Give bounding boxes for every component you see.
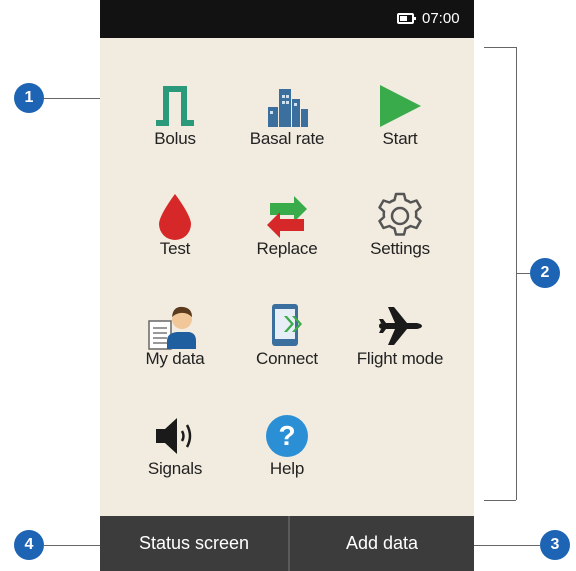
menu-item-label: Replace [256,239,318,258]
menu-item-settings[interactable]: Settings [340,183,460,273]
menu-item-label: Signals [147,459,203,478]
menu-item-replace[interactable]: Replace [227,183,347,273]
menu-item-label: My data [145,349,205,368]
bottom-bar: Status screen Add data [100,516,474,571]
menu-item-label: Test [159,239,191,258]
callout-1: 1 [14,83,44,113]
menu-item-test[interactable]: Test [115,183,235,273]
menu-item-help[interactable]: ? Help [227,403,347,493]
callout-3-line [474,545,540,546]
battery-icon [397,13,416,24]
bolus-icon [156,86,194,126]
status-time: 07:00 [422,10,460,27]
menu-item-label: Connect [256,349,318,368]
menu-item-signals[interactable]: Signals [115,403,235,493]
connect-icon [272,304,302,346]
replace-arrows-icon [267,196,307,238]
menu-item-label: Help [269,459,305,478]
menu-item-label: Bolus [154,129,196,148]
status-screen-button[interactable]: Status screen [100,516,288,571]
callout-2: 2 [530,258,560,288]
menu-item-basal-rate[interactable]: Basal rate [227,73,347,163]
callout-3: 3 [540,530,570,560]
help-icon: ? [266,415,308,457]
add-data-button[interactable]: Add data [290,516,474,571]
menu-item-start[interactable]: Start [340,73,460,163]
menu-item-label: Basal rate [249,129,325,148]
menu-item-my-data[interactable]: My data [115,293,235,383]
svg-text:?: ? [278,420,295,451]
pump-display: 07:00 Bolus Basal rate Start Test Replac… [100,0,474,571]
menu-item-bolus[interactable]: Bolus [115,73,235,163]
gear-icon [378,192,422,236]
callout-2-link [516,273,530,274]
callout-2-bracket-bottom [484,500,516,501]
play-icon [380,85,421,127]
callout-2-bracket-top [484,47,516,48]
airplane-icon [379,307,422,345]
menu-item-flight-mode[interactable]: Flight mode [340,293,460,383]
menu-item-label: Flight mode [356,349,444,368]
status-bar: 07:00 [100,0,474,38]
basal-rate-icon [268,89,308,127]
my-data-icon [148,306,196,350]
menu-item-label: Settings [370,239,430,258]
main-menu: Bolus Basal rate Start Test Replace Sett… [100,38,474,516]
blood-drop-icon [159,194,191,240]
menu-item-connect[interactable]: Connect [227,293,347,383]
menu-item-label: Start [382,129,418,148]
speaker-icon [156,418,192,454]
callout-4: 4 [14,530,44,560]
